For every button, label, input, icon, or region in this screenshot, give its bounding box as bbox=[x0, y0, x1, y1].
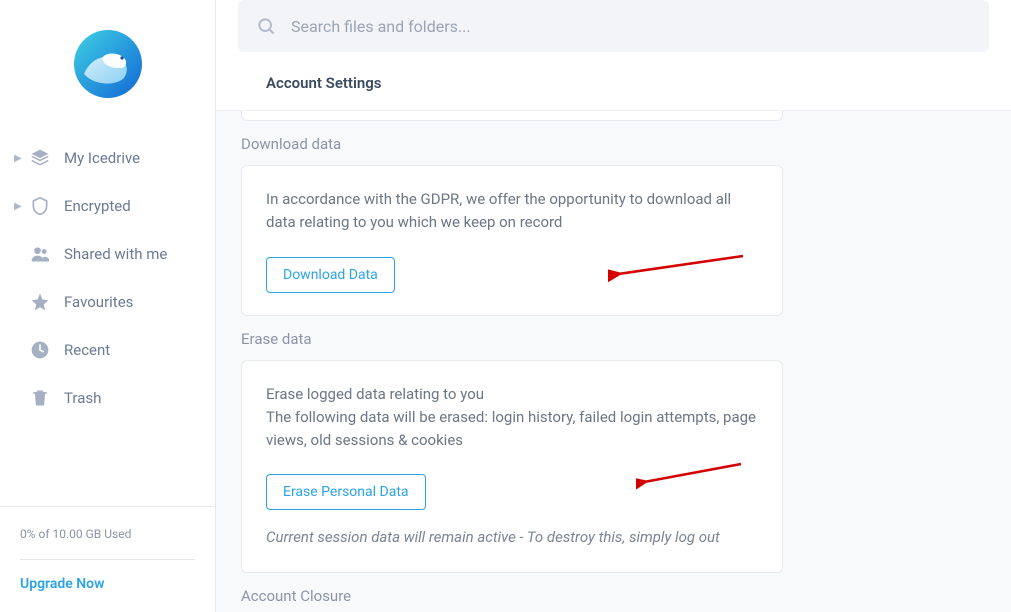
download-data-card: In accordance with the GDPR, we offer th… bbox=[241, 165, 783, 316]
search-input[interactable] bbox=[291, 17, 971, 36]
nav-label: Favourites bbox=[64, 293, 133, 311]
caret-icon: ▶ bbox=[14, 153, 24, 164]
sidebar-item-favourites[interactable]: ▶ Favourites bbox=[14, 278, 215, 326]
caret-icon: ▶ bbox=[14, 201, 24, 212]
sidebar-item-shared[interactable]: ▶ Shared with me bbox=[14, 230, 215, 278]
upgrade-link[interactable]: Upgrade Now bbox=[20, 576, 195, 592]
erase-note: Current session data will remain active … bbox=[266, 526, 758, 549]
nav-label: Recent bbox=[64, 341, 110, 359]
sidebar: ▶ My Icedrive ▶ Encrypted ▶ Shared with … bbox=[0, 0, 216, 612]
nav-label: Shared with me bbox=[64, 245, 167, 263]
main: Account Settings Download data In accord… bbox=[216, 0, 1011, 612]
divider bbox=[20, 559, 195, 560]
section-heading-erase: Erase data bbox=[241, 330, 989, 348]
previous-card-edge bbox=[241, 111, 783, 121]
layers-icon bbox=[30, 148, 50, 168]
nav-label: My Icedrive bbox=[64, 149, 140, 167]
clock-icon bbox=[30, 340, 50, 360]
erase-data-card: Erase logged data relating to you The fo… bbox=[241, 360, 783, 573]
nav-label: Encrypted bbox=[64, 197, 131, 215]
sidebar-item-recent[interactable]: ▶ Recent bbox=[14, 326, 215, 374]
storage-usage-text: 0% of 10.00 GB Used bbox=[20, 527, 195, 541]
trash-icon bbox=[30, 388, 50, 408]
sidebar-item-trash[interactable]: ▶ Trash bbox=[14, 374, 215, 422]
download-body: In accordance with the GDPR, we offer th… bbox=[266, 188, 758, 235]
page-title: Account Settings bbox=[238, 52, 989, 110]
erase-body-1: Erase logged data relating to you bbox=[266, 383, 758, 406]
section-heading-closure: Account Closure bbox=[241, 587, 989, 605]
search-icon bbox=[256, 16, 276, 36]
sidebar-item-encrypted[interactable]: ▶ Encrypted bbox=[14, 182, 215, 230]
download-data-button[interactable]: Download Data bbox=[266, 257, 395, 293]
star-icon bbox=[30, 292, 50, 312]
nav-label: Trash bbox=[64, 389, 101, 407]
shield-icon bbox=[30, 196, 50, 216]
app-logo[interactable] bbox=[72, 28, 144, 100]
content-area: Download data In accordance with the GDP… bbox=[216, 110, 1011, 612]
sidebar-item-my-icedrive[interactable]: ▶ My Icedrive bbox=[14, 134, 215, 182]
erase-body-2: The following data will be erased: login… bbox=[266, 406, 758, 453]
sidebar-bottom: 0% of 10.00 GB Used Upgrade Now bbox=[0, 506, 215, 612]
nav-list: ▶ My Icedrive ▶ Encrypted ▶ Shared with … bbox=[0, 134, 215, 422]
logo-area bbox=[0, 0, 215, 134]
erase-personal-data-button[interactable]: Erase Personal Data bbox=[266, 474, 426, 510]
people-icon bbox=[30, 244, 50, 264]
topbar: Account Settings bbox=[216, 0, 1011, 110]
search-box[interactable] bbox=[238, 0, 989, 52]
section-heading-download: Download data bbox=[241, 135, 989, 153]
